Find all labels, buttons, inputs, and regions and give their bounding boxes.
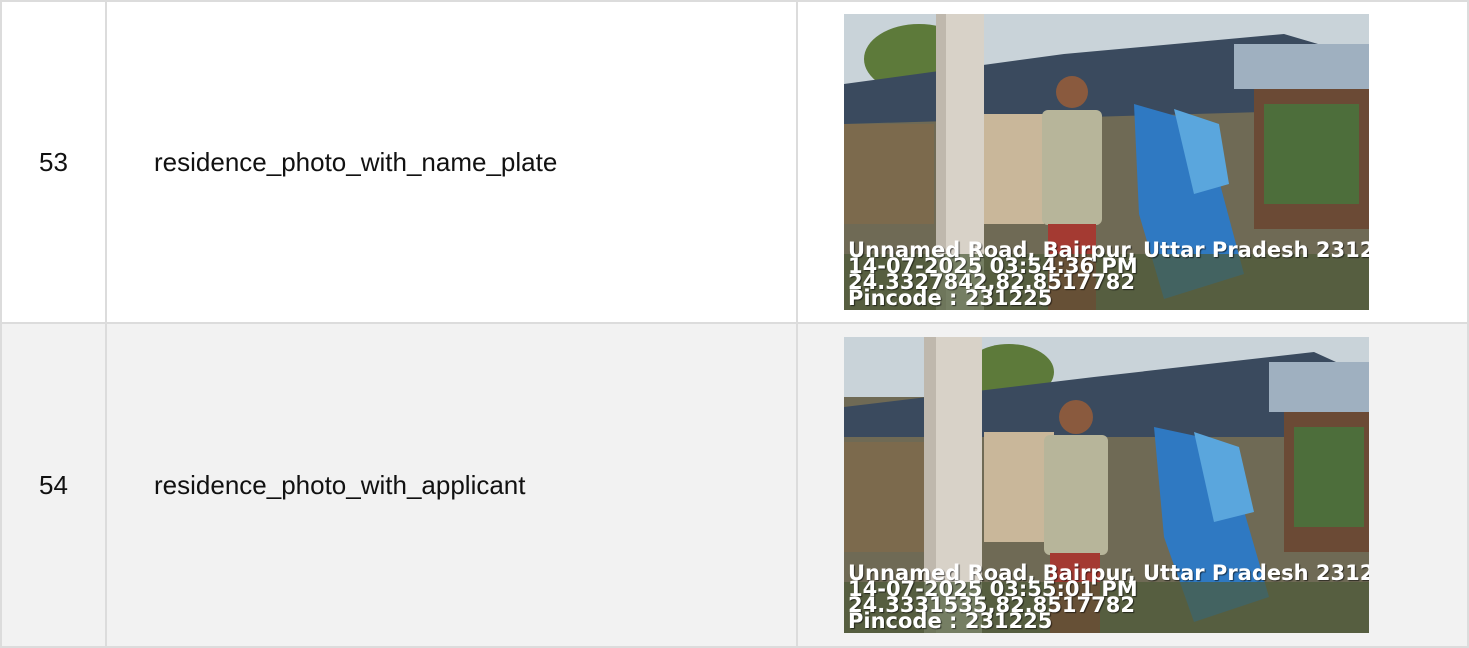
photo-cell: Unnamed Road, Bairpur, Uttar Pradesh 231… xyxy=(796,0,1469,324)
photo-cell: Unnamed Road, Bairpur, Uttar Pradesh 231… xyxy=(796,322,1469,648)
table-row: 54 residence_photo_with_applicant Unname… xyxy=(0,322,1469,648)
row-number: 54 xyxy=(0,322,107,648)
residence-photo[interactable]: Unnamed Road, Bairpur, Uttar Pradesh 231… xyxy=(844,337,1369,633)
photo-table: 53 residence_photo_with_name_plate Unnam… xyxy=(0,0,1469,648)
photo-geotag-overlay: Unnamed Road, Bairpur, Uttar Pradesh 231… xyxy=(848,240,1369,309)
table-row: 53 residence_photo_with_name_plate Unnam… xyxy=(0,0,1469,324)
photo-geotag-overlay: Unnamed Road, Bairpur, Uttar Pradesh 231… xyxy=(848,563,1369,632)
row-number: 53 xyxy=(0,0,107,324)
field-name: residence_photo_with_name_plate xyxy=(105,0,798,324)
field-name: residence_photo_with_applicant xyxy=(105,322,798,648)
residence-photo[interactable]: Unnamed Road, Bairpur, Uttar Pradesh 231… xyxy=(844,14,1369,310)
